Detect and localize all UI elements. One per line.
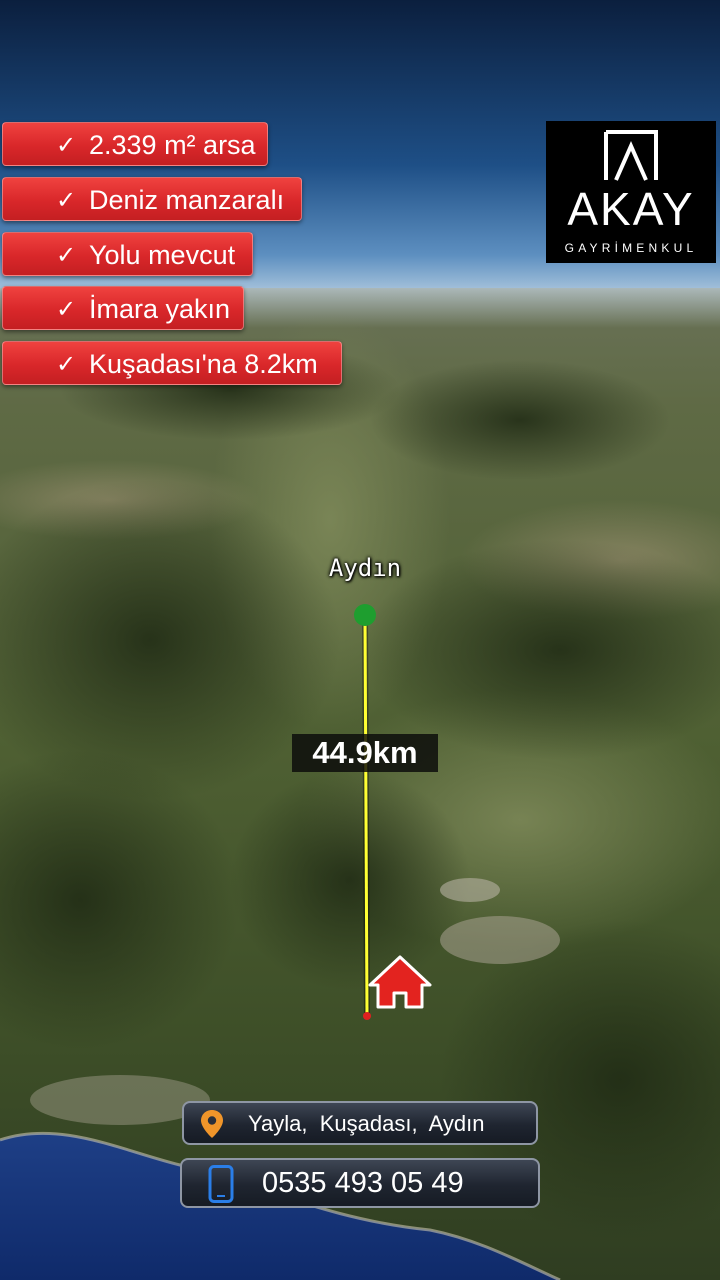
logo-subtitle: GAYRİMENKUL: [564, 241, 698, 255]
map-view: ✓ 2.339 m² arsa ✓ Deniz manzaralı ✓ Yolu me…: [0, 0, 720, 1280]
feature-badge: ✓ Deniz manzaralı: [2, 177, 302, 221]
phone-number[interactable]: 0535 493 05 49: [262, 1160, 464, 1206]
feature-badge: ✓ 2.339 m² arsa: [2, 122, 268, 166]
feature-text: 2.339 m² arsa: [89, 130, 256, 160]
start-marker: [354, 604, 376, 626]
check-icon: ✓: [56, 186, 77, 214]
check-icon: ✓: [56, 241, 77, 269]
phone-icon: [208, 1165, 234, 1203]
phone-bar[interactable]: 0535 493 05 49: [180, 1158, 540, 1208]
distance-label: 44.9km: [292, 734, 438, 772]
feature-badge: ✓ Kuşadası'na 8.2km: [2, 341, 342, 385]
check-icon: ✓: [56, 131, 77, 159]
logo-name: AKAY: [567, 183, 695, 235]
city-label: Aydın: [328, 554, 402, 582]
location-text: Yayla, Kuşadası, Aydın: [248, 1111, 485, 1136]
feature-text: Yolu mevcut: [89, 240, 236, 270]
feature-text: İmara yakın: [89, 294, 231, 324]
end-marker: [363, 1012, 371, 1020]
feature-badge: ✓ Yolu mevcut: [2, 232, 253, 276]
feature-text: Kuşadası'na 8.2km: [89, 349, 318, 379]
check-icon: ✓: [56, 350, 77, 378]
check-icon: ✓: [56, 295, 77, 323]
logo-mark-icon: [604, 130, 658, 181]
feature-text: Deniz manzaralı: [89, 185, 285, 215]
map-pin-icon: [201, 1110, 223, 1138]
feature-badge: ✓ İmara yakın: [2, 286, 244, 330]
akay-logo: AKAY GAYRİMENKUL: [546, 121, 716, 263]
location-bar: Yayla, Kuşadası, Aydın: [182, 1101, 538, 1145]
route-line: [363, 614, 369, 1016]
